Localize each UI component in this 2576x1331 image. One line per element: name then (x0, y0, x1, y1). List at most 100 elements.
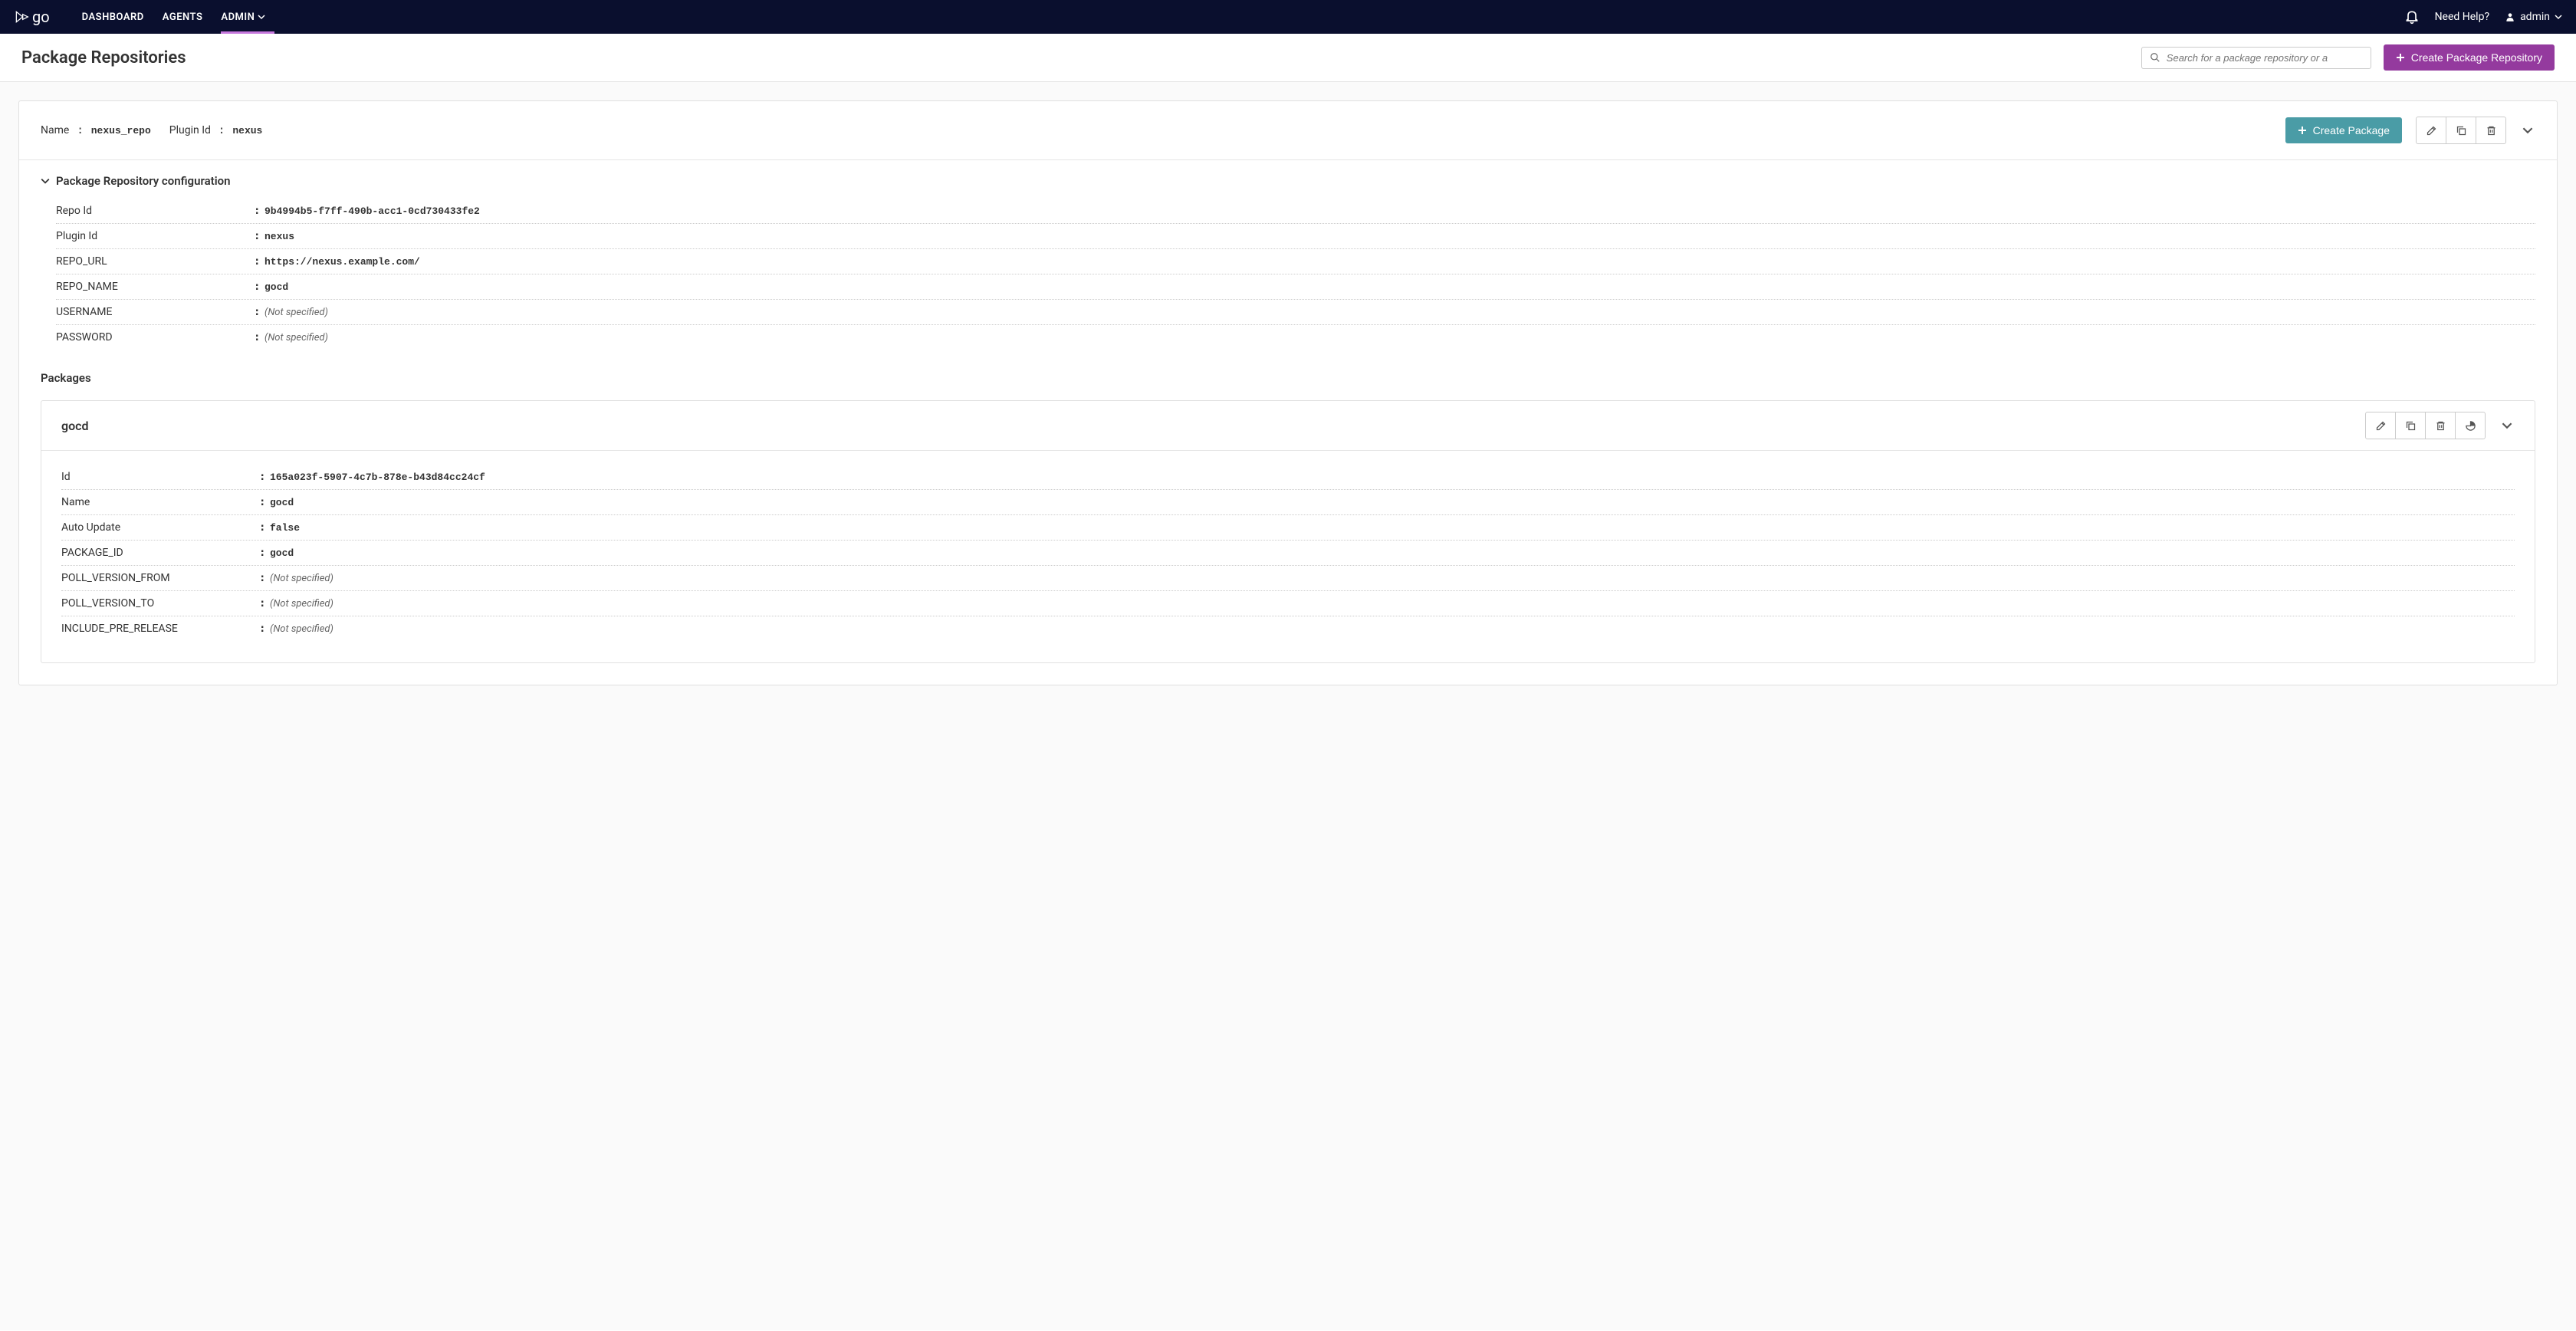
chevron-down-icon (258, 13, 265, 21)
play-icon (14, 9, 29, 25)
config-value: (Not specified) (270, 623, 334, 635)
config-value: (Not specified) (270, 573, 334, 584)
search-box[interactable] (2141, 47, 2371, 69)
config-row: Auto Update:false (61, 515, 2515, 541)
username: admin (2520, 11, 2550, 23)
repository-action-buttons (2416, 117, 2506, 144)
config-key: POLL_VERSION_TO (61, 597, 259, 610)
trash-icon (2435, 420, 2446, 432)
config-key: REPO_NAME (56, 281, 254, 293)
meta-value: nexus_repo (91, 125, 151, 136)
chevron-down-icon (2522, 125, 2533, 136)
logo[interactable]: go (14, 8, 50, 26)
edit-package-button[interactable] (2365, 412, 2396, 439)
repo-plugin-meta: Plugin Id : nexus (169, 124, 263, 136)
package-name: gocd (61, 419, 2365, 433)
copy-icon (2456, 125, 2467, 136)
config-key: POLL_VERSION_FROM (61, 572, 259, 584)
create-package-button[interactable]: Create Package (2285, 117, 2402, 143)
nav-agents[interactable]: AGENTS (153, 0, 212, 34)
repository-header: Name : nexus_repo Plugin Id : nexus Crea… (19, 101, 2557, 160)
chevron-down-icon (2555, 13, 2562, 21)
create-repository-button[interactable]: Create Package Repository (2384, 44, 2555, 71)
package-config-table: Id:165a023f-5907-4c7b-878e-b43d84cc24cfN… (41, 451, 2535, 662)
repository-config-table: Repo Id:9b4994b5-f7ff-490b-acc1-0cd73043… (41, 199, 2535, 350)
config-key: Auto Update (61, 521, 259, 534)
config-row: Plugin Id:nexus (56, 224, 2535, 249)
plus-icon (2396, 53, 2405, 62)
content-area: Name : nexus_repo Plugin Id : nexus Crea… (0, 82, 2576, 1330)
nav-links: DASHBOARD AGENTS ADMIN (73, 0, 275, 34)
config-key: Repo Id (56, 205, 254, 217)
delete-repository-button[interactable] (2476, 117, 2506, 144)
repository-meta: Name : nexus_repo Plugin Id : nexus (41, 124, 2285, 136)
config-row: PACKAGE_ID:gocd (61, 541, 2515, 566)
delete-package-button[interactable] (2425, 412, 2456, 439)
top-nav: go DASHBOARD AGENTS ADMIN Need Help? adm… (0, 0, 2576, 34)
nav-admin[interactable]: ADMIN (212, 0, 274, 34)
repository-card: Name : nexus_repo Plugin Id : nexus Crea… (18, 100, 2558, 685)
config-key: USERNAME (56, 306, 254, 318)
config-row: Name:gocd (61, 490, 2515, 515)
meta-label: Plugin Id (169, 124, 211, 136)
config-row: PASSWORD:(Not specified) (56, 325, 2535, 350)
repository-config-toggle[interactable]: Package Repository configuration (41, 174, 2535, 188)
config-value: 165a023f-5907-4c7b-878e-b43d84cc24cf (270, 472, 485, 483)
config-value: 9b4994b5-f7ff-490b-acc1-0cd730433fe2 (264, 205, 480, 217)
page-header: Package Repositories Create Package Repo… (0, 34, 2576, 82)
config-value: (Not specified) (270, 598, 334, 610)
search-icon (2150, 52, 2160, 63)
search-input[interactable] (2167, 52, 2363, 64)
config-value: (Not specified) (264, 307, 328, 318)
meta-value: nexus (232, 125, 262, 136)
package-header: gocd (41, 401, 2535, 451)
plus-icon (2298, 126, 2307, 135)
collapse-package-button[interactable] (2499, 420, 2515, 431)
pie-chart-icon (2465, 420, 2476, 432)
packages-section-title: Packages (19, 363, 2557, 393)
config-key: Name (61, 496, 259, 508)
chevron-down-icon (41, 176, 50, 186)
config-row: Id:165a023f-5907-4c7b-878e-b43d84cc24cf (61, 465, 2515, 490)
user-menu[interactable]: admin (2505, 11, 2562, 23)
config-value: https://nexus.example.com/ (264, 256, 420, 268)
package-card: gocd (41, 400, 2535, 663)
clone-repository-button[interactable] (2446, 117, 2476, 144)
config-row: USERNAME:(Not specified) (56, 300, 2535, 325)
chevron-down-icon (2502, 420, 2512, 431)
page-title: Package Repositories (21, 48, 2141, 67)
edit-icon (2375, 420, 2387, 432)
config-value: nexus (264, 231, 294, 242)
copy-icon (2405, 420, 2417, 432)
config-row: REPO_NAME:gocd (56, 274, 2535, 300)
edit-repository-button[interactable] (2416, 117, 2446, 144)
need-help-link[interactable]: Need Help? (2435, 11, 2490, 23)
config-row: Repo Id:9b4994b5-f7ff-490b-acc1-0cd73043… (56, 199, 2535, 224)
collapse-repository-button[interactable] (2520, 125, 2535, 136)
config-key: INCLUDE_PRE_RELEASE (61, 623, 259, 635)
config-value: gocd (270, 497, 294, 508)
config-value: (Not specified) (264, 332, 328, 343)
config-key: PASSWORD (56, 331, 254, 343)
config-value: gocd (264, 281, 288, 293)
nav-dashboard[interactable]: DASHBOARD (73, 0, 153, 34)
config-value: gocd (270, 547, 294, 559)
notifications-icon[interactable] (2404, 9, 2420, 25)
config-key: PACKAGE_ID (61, 547, 259, 559)
trash-icon (2486, 125, 2497, 136)
package-action-buttons (2365, 412, 2486, 439)
repository-config-section: Package Repository configuration Repo Id… (19, 160, 2557, 363)
edit-icon (2426, 125, 2437, 136)
config-value: false (270, 522, 300, 534)
usage-package-button[interactable] (2455, 412, 2486, 439)
config-row: POLL_VERSION_TO:(Not specified) (61, 591, 2515, 616)
config-row: POLL_VERSION_FROM:(Not specified) (61, 566, 2515, 591)
config-row: REPO_URL:https://nexus.example.com/ (56, 249, 2535, 274)
config-key: Plugin Id (56, 230, 254, 242)
config-key: Id (61, 471, 259, 483)
user-icon (2505, 12, 2515, 22)
config-key: REPO_URL (56, 255, 254, 268)
logo-text: go (32, 8, 50, 26)
clone-package-button[interactable] (2395, 412, 2426, 439)
repo-name-meta: Name : nexus_repo (41, 124, 151, 136)
